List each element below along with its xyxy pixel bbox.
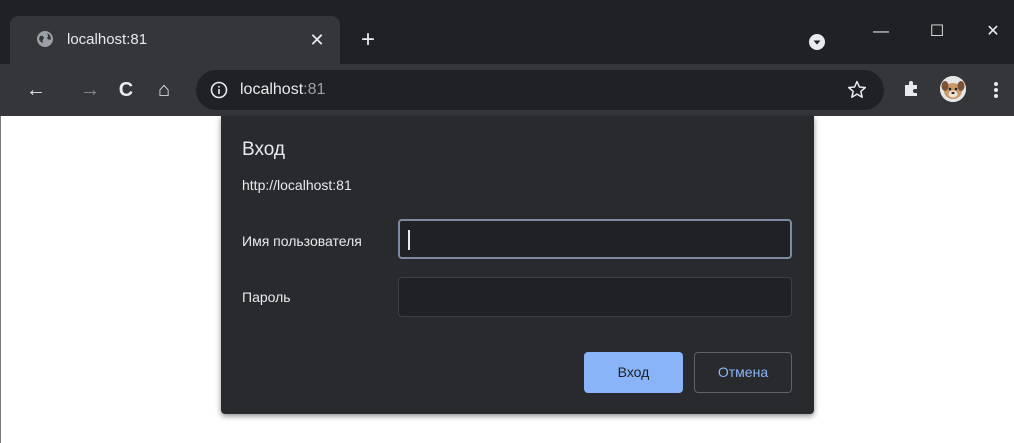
- url-host: localhost: [240, 81, 304, 98]
- cancel-button[interactable]: Отмена: [694, 352, 792, 393]
- password-label: Пароль: [242, 289, 291, 305]
- username-input[interactable]: [398, 219, 792, 259]
- reload-button[interactable]: C: [112, 76, 140, 104]
- tab-close-icon[interactable]: ✕: [306, 29, 328, 51]
- tab-localhost[interactable]: localhost:81 ✕: [10, 16, 340, 64]
- maximize-button[interactable]: ☐: [922, 20, 952, 44]
- new-tab-button[interactable]: +: [355, 27, 381, 53]
- bookmark-star-icon[interactable]: [846, 79, 868, 101]
- dialog-title: Вход: [242, 139, 285, 160]
- minimize-button[interactable]: —: [866, 20, 896, 44]
- tab-search-icon[interactable]: [808, 33, 826, 51]
- extensions-puzzle-icon[interactable]: [902, 78, 922, 98]
- home-button[interactable]: ⌂: [150, 76, 178, 104]
- url-port: :81: [303, 81, 326, 98]
- globe-icon: [37, 31, 53, 47]
- dialog-origin: http://localhost:81: [242, 177, 352, 193]
- browser-window: localhost:81 ✕ + — ☐ ✕ ← → C ⌂ localhost…: [0, 0, 1014, 443]
- close-window-button[interactable]: ✕: [978, 20, 1008, 44]
- avatar-dog-icon: [940, 76, 966, 102]
- more-menu-icon[interactable]: [988, 76, 1004, 104]
- back-button[interactable]: ←: [22, 76, 50, 104]
- url-text: localhost:81: [240, 80, 325, 100]
- info-icon[interactable]: [210, 81, 228, 99]
- password-input[interactable]: [398, 277, 792, 317]
- text-caret: [408, 230, 410, 250]
- username-label: Имя пользователя: [242, 233, 362, 249]
- tab-title: localhost:81: [67, 31, 148, 48]
- auth-dialog: Вход http://localhost:81 Имя пользовател…: [221, 116, 814, 414]
- toolbar: ← → C ⌂ localhost:81: [0, 64, 1014, 116]
- forward-button[interactable]: →: [76, 76, 104, 104]
- address-bar[interactable]: localhost:81: [196, 70, 884, 110]
- tab-strip: localhost:81 ✕ + — ☐ ✕: [0, 0, 1014, 64]
- sign-in-button[interactable]: Вход: [584, 352, 683, 393]
- profile-avatar[interactable]: [940, 76, 966, 102]
